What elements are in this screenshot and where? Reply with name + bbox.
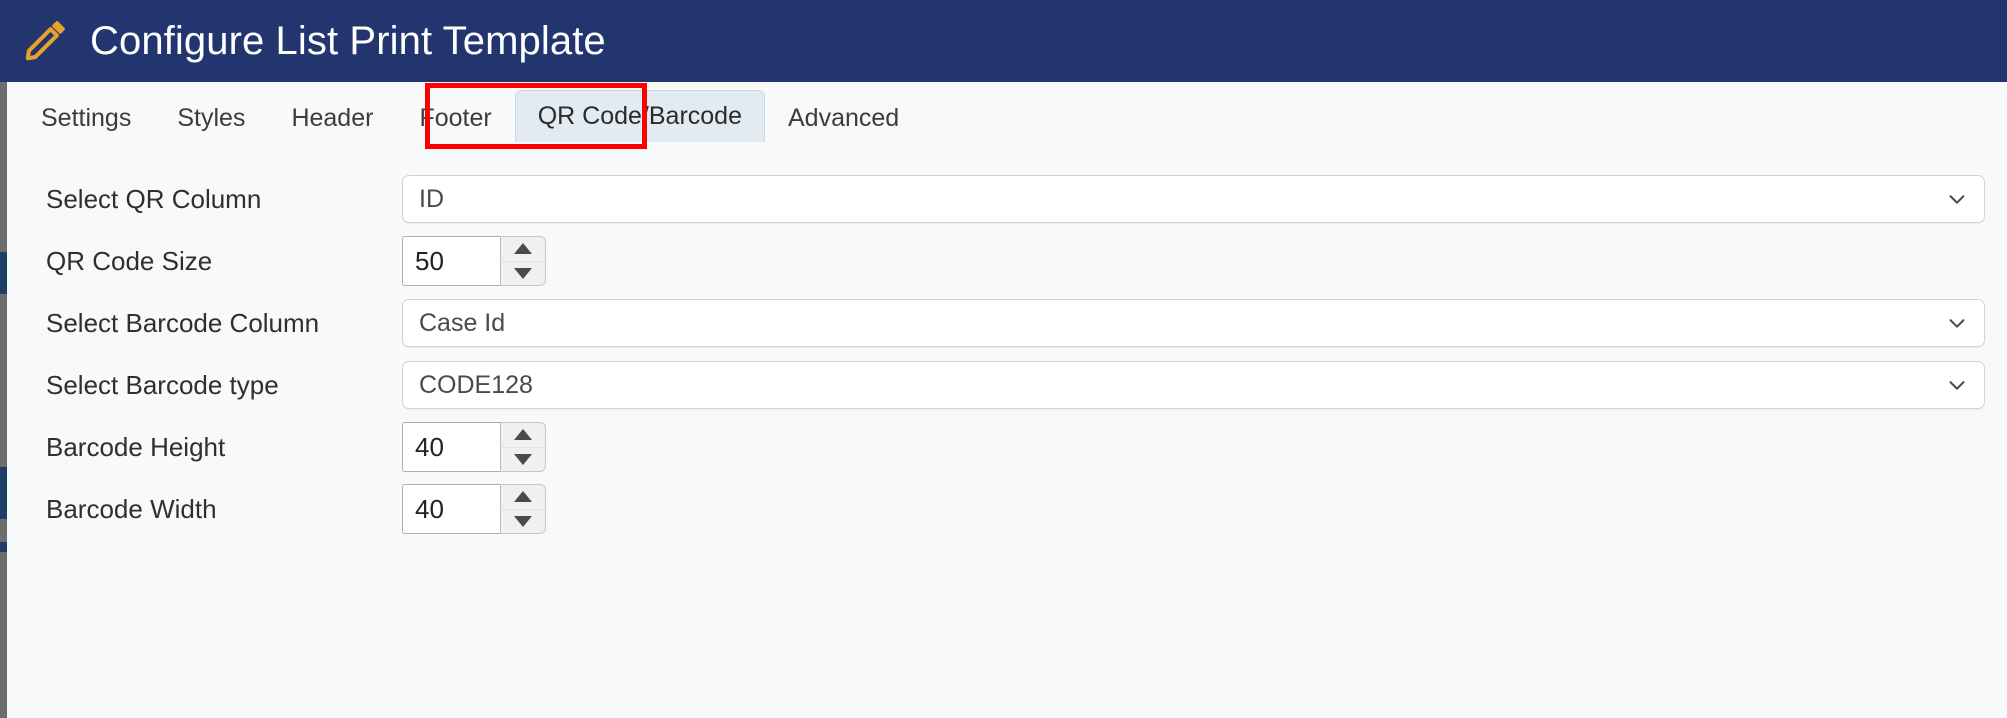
barcode-height-stepper-buttons [500, 422, 546, 472]
label-select-qr-column: Select QR Column [46, 183, 262, 214]
form-row-barcode-height: Barcode Height [0, 416, 2007, 478]
label-barcode-width: Barcode Width [46, 493, 217, 524]
label-select-barcode-type: Select Barcode type [46, 369, 279, 400]
barcode-height-increment-button[interactable] [501, 423, 545, 448]
triangle-up-icon [514, 429, 532, 441]
dialog-header: Configure List Print Template [0, 0, 2007, 82]
tab-qr-code-barcode[interactable]: QR Code/Barcode [514, 90, 766, 146]
configure-list-print-template-dialog: Configure List Print Template Settings S… [0, 0, 2007, 718]
tab-settings[interactable]: Settings [18, 92, 154, 142]
barcode-width-stepper[interactable] [402, 484, 546, 534]
left-edge-accent [0, 467, 7, 519]
control-select-qr-column: ID [402, 175, 1995, 223]
left-edge-accent [0, 252, 7, 294]
control-barcode-width [402, 484, 1995, 534]
select-barcode-type-value: CODE128 [419, 370, 533, 399]
select-barcode-column[interactable]: Case Id [402, 299, 1985, 347]
select-barcode-type[interactable]: CODE128 [402, 361, 1985, 409]
barcode-width-increment-button[interactable] [501, 485, 545, 510]
control-qr-code-size [402, 236, 1995, 286]
form-row-barcode-width: Barcode Width [0, 478, 2007, 540]
tab-bar: Settings Styles Header Footer QR Code/Ba… [0, 82, 2007, 146]
select-qr-column[interactable]: ID [402, 175, 1985, 223]
label-select-barcode-column: Select Barcode Column [46, 307, 320, 338]
barcode-width-decrement-button[interactable] [501, 510, 545, 534]
triangle-down-icon [514, 515, 532, 527]
barcode-height-stepper[interactable] [402, 422, 546, 472]
left-edge-frame [0, 82, 7, 718]
barcode-width-input[interactable] [402, 484, 500, 534]
chevron-down-icon [1949, 195, 1965, 204]
qr-code-size-increment-button[interactable] [501, 237, 545, 262]
qr-code-size-stepper[interactable] [402, 236, 546, 286]
pencil-icon [25, 21, 65, 61]
control-select-barcode-column: Case Id [402, 299, 1995, 347]
triangle-down-icon [514, 453, 532, 465]
left-edge-accent [0, 542, 7, 552]
barcode-width-stepper-buttons [500, 484, 546, 534]
qr-code-size-input[interactable] [402, 236, 500, 286]
label-qr-code-size: QR Code Size [46, 245, 213, 276]
barcode-height-decrement-button[interactable] [501, 448, 545, 472]
tab-advanced[interactable]: Advanced [765, 92, 922, 142]
chevron-down-icon [1949, 319, 1965, 328]
tab-styles[interactable]: Styles [154, 92, 268, 142]
form-row-qr-code-size: QR Code Size [0, 230, 2007, 292]
triangle-up-icon [514, 491, 532, 503]
form-row-select-qr-column: Select QR Column ID [0, 168, 2007, 230]
label-barcode-height: Barcode Height [46, 431, 226, 462]
control-select-barcode-type: CODE128 [402, 361, 1995, 409]
triangle-up-icon [514, 243, 532, 255]
page-title: Configure List Print Template [90, 19, 606, 63]
triangle-down-icon [514, 267, 532, 279]
tab-header[interactable]: Header [268, 92, 396, 142]
form-row-select-barcode-column: Select Barcode Column Case Id [0, 292, 2007, 354]
control-barcode-height [402, 422, 1995, 472]
qr-code-size-stepper-buttons [500, 236, 546, 286]
qr-code-size-decrement-button[interactable] [501, 262, 545, 286]
barcode-height-input[interactable] [402, 422, 500, 472]
select-barcode-column-value: Case Id [419, 308, 506, 337]
form-row-select-barcode-type: Select Barcode type CODE128 [0, 354, 2007, 416]
qr-code-barcode-form: Select QR Column ID QR Code Size 50 Sele… [0, 142, 2007, 540]
chevron-down-icon [1949, 381, 1965, 390]
select-qr-column-value: ID [419, 184, 444, 213]
tab-footer[interactable]: Footer [396, 92, 514, 142]
